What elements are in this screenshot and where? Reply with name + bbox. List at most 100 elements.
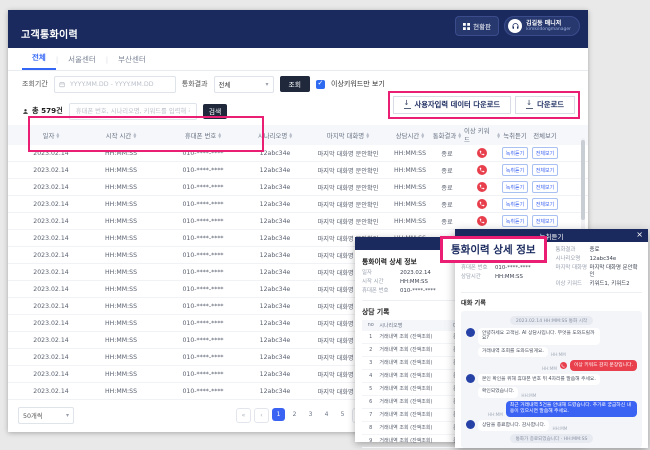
bot-bubble-sub: 거래내역 조회를 도와드릴게요. xyxy=(478,347,548,358)
listen-recording-button[interactable]: 녹취듣기 xyxy=(502,147,528,159)
column-scenario[interactable]: 시나리오명 xyxy=(244,131,306,140)
abnormal-only-label: 이상키워드만 보기 xyxy=(331,79,385,89)
sort-icon[interactable] xyxy=(289,132,292,138)
view-all-button[interactable]: 전체보기 xyxy=(532,181,558,193)
column-result[interactable]: 통화결과 xyxy=(430,131,464,140)
listen-recording-button[interactable]: 녹취듣기 xyxy=(502,181,528,193)
view-all-button[interactable]: 전체보기 xyxy=(532,198,558,210)
cell-phone: 010-****-**** xyxy=(162,388,244,395)
screen: 고객통화이력 현황판 김길동 매니저 kimkildongmanager xyxy=(0,0,650,450)
cell-date: 2023.02.14 xyxy=(22,167,80,174)
table-row[interactable]: 2023.02.14 HH:MM:SS 010-****-**** 12abc3… xyxy=(8,162,588,179)
cell-start-time: HH:MM:SS xyxy=(80,150,162,157)
listen-recording-button[interactable]: 녹취듣기 xyxy=(502,215,528,227)
table-row[interactable]: 2023.02.14 HH:MM:SS 010-****-**** 12abc3… xyxy=(8,179,588,196)
dashboard-button[interactable]: 현황판 xyxy=(455,16,499,36)
sort-icon[interactable] xyxy=(421,132,424,138)
cell-abnormal xyxy=(464,165,500,175)
period-label: 조회기간 xyxy=(22,79,48,89)
cell-result: 종료 xyxy=(430,200,464,209)
page-button[interactable]: 4 xyxy=(320,408,333,421)
cell-start-time: HH:MM:SS xyxy=(80,337,162,344)
abnormal-phone-icon xyxy=(477,182,487,192)
download-button[interactable]: 다운로드 xyxy=(515,96,575,114)
download-icon xyxy=(526,101,533,109)
page-button[interactable]: 3 xyxy=(304,408,317,421)
sort-icon[interactable] xyxy=(56,132,59,138)
scrollbar-thumb[interactable] xyxy=(581,140,585,220)
date-range-field[interactable] xyxy=(68,80,171,89)
view-all-button[interactable]: 전체보기 xyxy=(532,215,558,227)
column-date[interactable]: 일자 xyxy=(22,131,80,140)
cell-scenario: 12abc34e xyxy=(244,388,306,395)
column-phone[interactable]: 휴대폰 번호 xyxy=(162,131,244,140)
column-abnormal-keyword[interactable]: 이상 키워드 xyxy=(464,126,500,144)
cell-date: 2023.02.14 xyxy=(22,184,80,191)
cell-start-time: HH:MM:SS xyxy=(80,371,162,378)
center-tabs: 전체 | 서울센터 | 부산센터 xyxy=(8,48,588,71)
view-all-button[interactable]: 전체보기 xyxy=(532,147,558,159)
download-icon xyxy=(404,101,411,109)
tab-busan-center[interactable]: 부산센터 xyxy=(108,50,156,70)
close-icon[interactable]: × xyxy=(636,230,643,239)
table-row[interactable]: 2023.02.14 HH:MM:SS 010-****-**** 12abc3… xyxy=(8,145,588,162)
call-result-select[interactable]: 전체 ▾ xyxy=(214,76,274,93)
abnormal-phone-icon xyxy=(477,165,487,175)
cell-phone: 010-****-**** xyxy=(162,184,244,191)
sort-icon[interactable] xyxy=(218,132,221,138)
page-button[interactable]: ‹ xyxy=(254,408,269,423)
page-button[interactable]: 1 xyxy=(272,408,285,421)
cell-duration: HH:MM:SS xyxy=(390,150,430,157)
cell-scenario: 12abc34e xyxy=(244,286,306,293)
cell-result: 종료 xyxy=(430,166,464,175)
sort-icon[interactable] xyxy=(458,132,461,138)
page-size-value: 50개씩 xyxy=(23,411,43,420)
cell-scenario: 12abc34e xyxy=(244,235,306,242)
column-duration[interactable]: 상담시간 xyxy=(390,131,430,140)
cell-scenario: 12abc34e xyxy=(244,184,306,191)
abnormal-only-checkbox[interactable] xyxy=(316,80,325,89)
cell-phone: 010-****-**** xyxy=(162,201,244,208)
sort-icon[interactable] xyxy=(133,132,136,138)
cell-date: 2023.02.14 xyxy=(22,218,80,225)
listen-recording-button[interactable]: 녹취듣기 xyxy=(502,198,528,210)
table-row[interactable]: 2023.02.14 HH:MM:SS 010-****-**** 12abc3… xyxy=(8,196,588,213)
user-menu-button[interactable]: 김길동 매니저 kimkildongmanager xyxy=(504,16,580,36)
keyword-search-button[interactable]: 검색 xyxy=(203,104,228,119)
bot-bubble: 본인 확인을 위해 휴대폰 번호 뒤 4자리를 말씀해 주세요. xyxy=(478,374,600,385)
message-time: HH:MM xyxy=(551,352,566,357)
keyword-search-input[interactable] xyxy=(69,103,197,120)
detail-field: 시작 시간HH:MM:SS xyxy=(362,279,467,286)
sort-icon[interactable] xyxy=(366,132,369,138)
abnormal-phone-icon xyxy=(477,148,487,158)
table-toolbar: 총 579건 검색 사용자입력 데이터 다운로드 다운로드 xyxy=(8,97,588,125)
cell-date: 2023.02.14 xyxy=(22,252,80,259)
call-result-label: 통화결과 xyxy=(182,79,208,89)
cell-duration: HH:MM:SS xyxy=(390,184,430,191)
cell-result: 종료 xyxy=(430,217,464,226)
column-start-time[interactable]: 시작 시간 xyxy=(80,131,162,140)
filter-search-button[interactable]: 조회 xyxy=(280,76,311,92)
cell-date: 2023.02.14 xyxy=(22,371,80,378)
view-all-button[interactable]: 전체보기 xyxy=(532,164,558,176)
user-input-download-button[interactable]: 사용자입력 데이터 다운로드 xyxy=(393,96,512,114)
grid-icon xyxy=(463,23,470,30)
detail-field: 일자2023.02.14 xyxy=(362,270,467,277)
listen-recording-button[interactable]: 녹취듣기 xyxy=(502,164,528,176)
cell-scenario: 12abc34e xyxy=(244,201,306,208)
tab-seoul-center[interactable]: 서울센터 xyxy=(58,50,106,70)
cell-last-dialog: 마지막 대화명 문안확인 xyxy=(306,166,390,175)
page-size-select[interactable]: 50개씩 ▾ xyxy=(18,407,74,424)
page-button[interactable]: « xyxy=(236,408,251,423)
table-row[interactable]: 2023.02.14 HH:MM:SS 010-****-**** 12abc3… xyxy=(8,213,588,230)
column-last-dialog[interactable]: 마지막 대화명 xyxy=(306,131,390,140)
alert-phone-icon xyxy=(560,362,567,369)
keyword-search-field[interactable] xyxy=(74,107,192,116)
tab-all[interactable]: 전체 xyxy=(22,48,56,70)
cell-phone: 010-****-**** xyxy=(162,320,244,327)
page-button[interactable]: 2 xyxy=(288,408,301,421)
page-button[interactable]: 5 xyxy=(336,408,349,421)
record-fields-right: 통화결과종료시나리오명12abc34e마지막 대화명마지막 대화명 문안확인이상… xyxy=(556,247,643,287)
date-range-input[interactable] xyxy=(54,76,176,93)
call-result-value: 전체 xyxy=(219,79,231,89)
